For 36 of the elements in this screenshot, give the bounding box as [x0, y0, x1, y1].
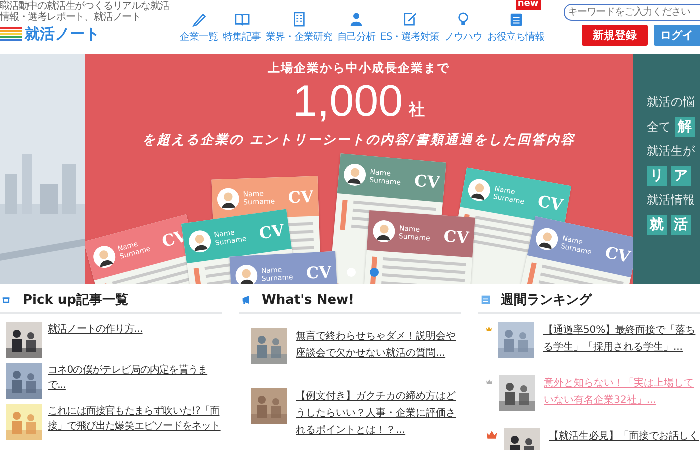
slide-text: 就活の悩	[647, 94, 695, 111]
article-link[interactable]: 無言で終わらせちゃダメ！説明会や座談会で欠かせない就活の質問...	[296, 328, 461, 362]
nav-link[interactable]: 業界・企業研究	[266, 12, 332, 44]
boxed-character: ア	[671, 166, 691, 186]
article-link[interactable]: これには面接官もたまらず吹いた!?「面接」で飛び出た爆笑エピソードをネット	[48, 404, 222, 434]
company-count: 1,000	[292, 79, 404, 125]
new-badge: new	[516, 0, 541, 10]
search-field[interactable]: キーワードをご入力ください	[564, 4, 700, 21]
site-tagline: 職活動中の就活生がつくるリアルな就活情報・選考レポート、就活ノート	[0, 1, 171, 23]
article-link[interactable]: 【例文付き】ガクチカの締め方はどうしたらいい？人事・企業に評価されるポイントとは！？...	[296, 388, 461, 439]
hero-headline: を超える企業の エントリーシートの内容/書類通過をした回答内容	[142, 132, 576, 149]
boxed-character: 解	[675, 117, 695, 137]
boxed-character: 活	[671, 215, 691, 235]
article-link[interactable]: 意外と知らない！「実は上場していない有名企業32社」...	[544, 375, 700, 409]
hero-subtitle: 上場企業から中小成長企業まで	[268, 60, 450, 77]
slide-text: 全て	[647, 118, 671, 136]
slide-text: 就活情報	[647, 192, 695, 209]
article-link[interactable]: 【通過率50%】最終面接で「落ちる学生」「採用される学生」...	[543, 322, 700, 356]
login-button[interactable]: ログイ	[654, 25, 700, 46]
nav-link[interactable]: 自己分析	[338, 12, 376, 44]
logo-text[interactable]: 就活ノート	[25, 25, 100, 43]
nav-link[interactable]: ノウハウ	[444, 12, 483, 44]
section-title: 週間ランキング	[501, 292, 592, 309]
register-button[interactable]: 新規登録	[582, 25, 648, 46]
nav-link[interactable]: 企業一覧	[180, 12, 218, 44]
article-link[interactable]: 【就活生必見】「面接でお話しく	[549, 428, 699, 445]
slide-text: 就活生が	[647, 143, 695, 160]
section-title: What's New!	[262, 292, 354, 308]
boxed-character: リ	[647, 166, 667, 186]
boxed-character: 就	[647, 215, 667, 235]
nav-link[interactable]: 特集記事	[223, 12, 261, 44]
nav-link[interactable]: ES・選考対策	[380, 12, 440, 44]
count-unit: 社	[409, 100, 426, 121]
section-title: Pick up記事一覧	[23, 292, 128, 309]
article-link[interactable]: 就活ノートの作り方...	[48, 322, 143, 337]
article-link[interactable]: コネ0の僕がテレビ局の内定を貰うまで...	[48, 363, 222, 393]
